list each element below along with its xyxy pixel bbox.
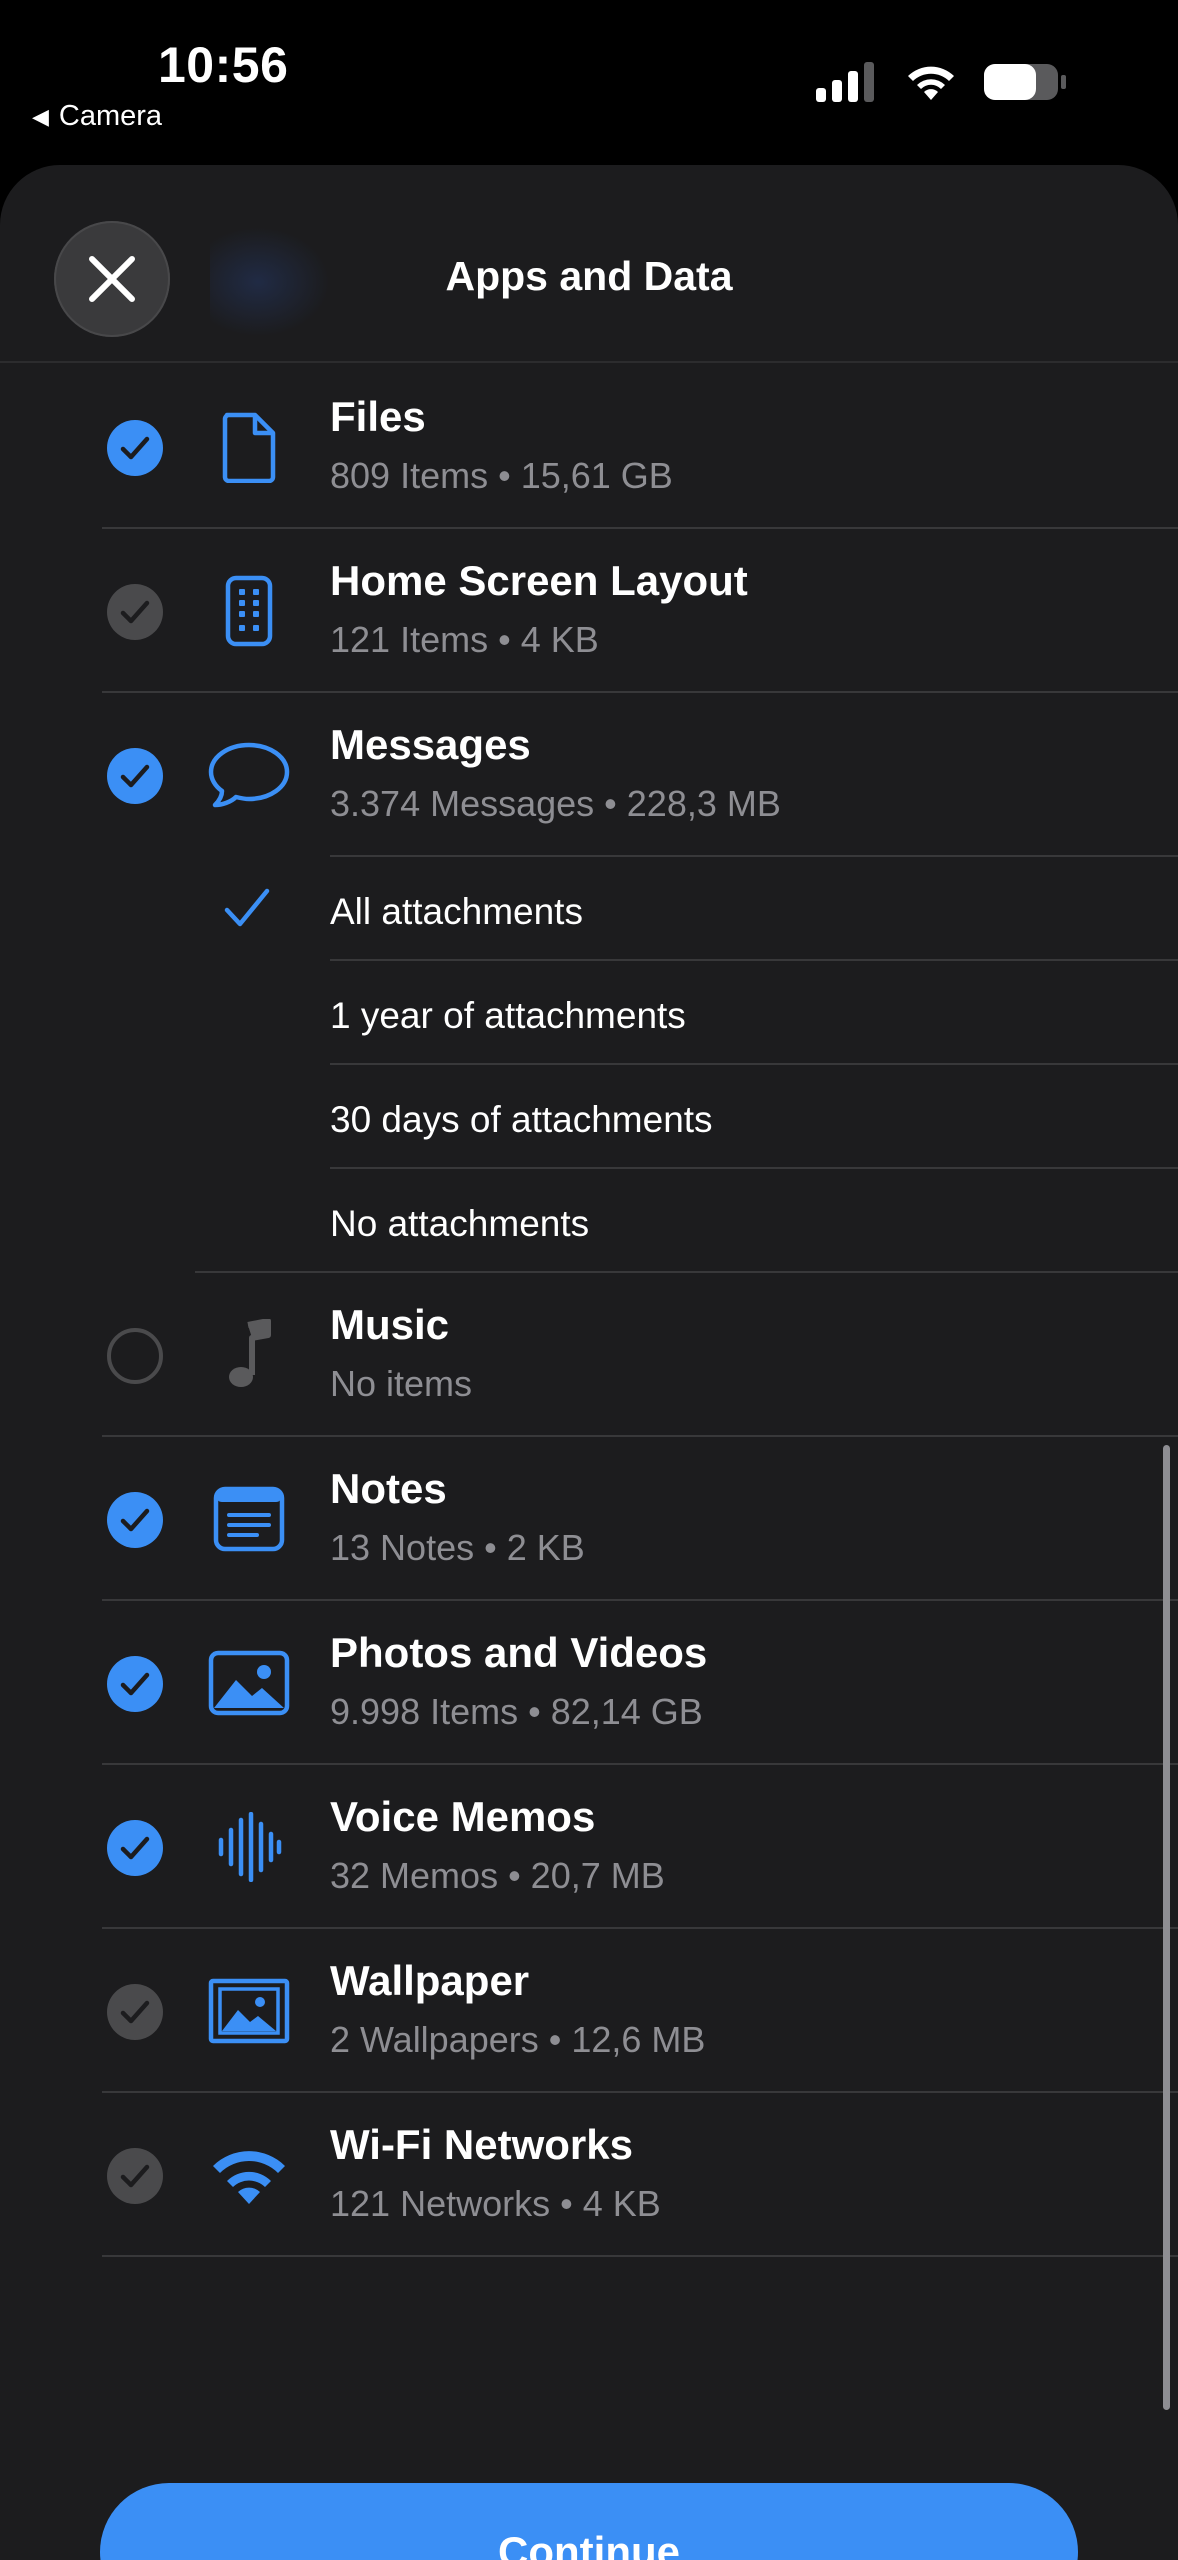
notes-icon	[204, 1481, 294, 1557]
checkmark-circle-icon[interactable]	[106, 1819, 164, 1877]
item-subtitle: 9.998 Items • 82,14 GB	[330, 1691, 703, 1732]
selected-checkmark-icon	[224, 888, 270, 927]
back-to-app-link[interactable]: ◀ Camera	[32, 100, 162, 133]
item-title: Music	[330, 1301, 450, 1348]
attachment-option-1-year[interactable]: 1 year of attachments	[0, 961, 1178, 1065]
music-note-icon	[204, 1317, 294, 1393]
item-subtitle: 809 Items • 15,61 GB	[330, 455, 673, 496]
back-triangle-icon: ◀	[32, 103, 49, 129]
list-item-messages[interactable]: Messages 3.374 Messages • 228,3 MB	[0, 693, 1178, 857]
list-item-notes[interactable]: Notes 13 Notes • 2 KB	[0, 1437, 1178, 1601]
file-icon	[204, 409, 294, 485]
item-title: Photos and Videos	[330, 1629, 708, 1676]
back-app-label: Camera	[58, 100, 163, 132]
list-item-wallpaper[interactable]: Wallpaper 2 Wallpapers • 12,6 MB	[0, 1929, 1178, 2093]
attachment-option-30-days[interactable]: 30 days of attachments	[0, 1065, 1178, 1169]
status-icons	[816, 62, 1068, 102]
item-subtitle: 2 Wallpapers • 12,6 MB	[330, 2019, 706, 2060]
home-screen-icon	[204, 573, 294, 649]
item-subtitle: No items	[330, 1363, 473, 1404]
item-subtitle: 32 Memos • 20,7 MB	[330, 1855, 665, 1896]
empty-circle-icon[interactable]	[106, 1327, 164, 1385]
apps-and-data-sheet: Apps and Data Files 809 Items • 15,61 GB	[0, 165, 1178, 2560]
checkmark-circle-icon[interactable]	[106, 747, 164, 805]
list-item-wifi-networks[interactable]: Wi-Fi Networks 121 Networks • 4 KB	[0, 2093, 1178, 2257]
item-title: Home Screen Layout	[330, 557, 748, 604]
list-item-voice-memos[interactable]: Voice Memos 32 Memos • 20,7 MB	[0, 1765, 1178, 1929]
checkmark-circle-icon	[107, 1984, 163, 2040]
item-title: Messages	[330, 721, 531, 768]
list-item-files[interactable]: Files 809 Items • 15,61 GB	[0, 365, 1178, 529]
item-title: Voice Memos	[330, 1793, 596, 1840]
continue-button[interactable]: Continue	[100, 2483, 1078, 2560]
attachment-option-label: 30 days of attachments	[330, 1099, 713, 1140]
divider	[102, 2255, 1178, 2257]
wifi-status-icon	[908, 66, 954, 100]
attachment-option-label: No attachments	[330, 1203, 590, 1244]
item-title: Wallpaper	[330, 1957, 530, 2004]
list-item-photos-and-videos[interactable]: Photos and Videos 9.998 Items • 82,14 GB	[0, 1601, 1178, 1765]
cellular-signal-icon	[816, 62, 874, 102]
attachment-option-all[interactable]: All attachments	[0, 857, 1178, 961]
checkmark-circle-icon	[107, 2148, 163, 2204]
item-subtitle: 121 Networks • 4 KB	[330, 2183, 661, 2224]
attachment-option-label: 1 year of attachments	[330, 995, 686, 1036]
list-item-music[interactable]: Music No items	[0, 1273, 1178, 1437]
status-time: 10:56	[158, 37, 289, 93]
checkmark-circle-icon[interactable]	[106, 1491, 164, 1549]
scrollbar[interactable]	[1163, 1445, 1170, 2410]
waveform-icon	[204, 1809, 294, 1885]
battery-icon	[984, 64, 1066, 100]
list-item-home-screen-layout[interactable]: Home Screen Layout 121 Items • 4 KB	[0, 529, 1178, 693]
apps-data-list: Files 809 Items • 15,61 GB Home Screen L…	[0, 365, 1178, 2257]
attachment-option-none[interactable]: No attachments	[0, 1169, 1178, 1273]
wifi-icon	[204, 2137, 294, 2213]
sheet-title: Apps and Data	[445, 253, 733, 299]
item-title: Wi-Fi Networks	[330, 2121, 633, 2168]
item-subtitle: 3.374 Messages • 228,3 MB	[330, 783, 781, 824]
item-subtitle: 121 Items • 4 KB	[330, 619, 599, 660]
checkmark-circle-icon[interactable]	[106, 1655, 164, 1713]
item-subtitle: 13 Notes • 2 KB	[330, 1527, 585, 1568]
sheet-header: Apps and Data	[0, 165, 1178, 363]
wallpaper-icon	[204, 1973, 294, 2049]
message-bubble-icon	[204, 737, 294, 813]
item-title: Files	[330, 393, 426, 440]
checkmark-circle-icon	[107, 584, 163, 640]
status-bar: 10:56 ◀ Camera	[0, 0, 1178, 160]
item-title: Notes	[330, 1465, 447, 1512]
attachment-option-label: All attachments	[330, 891, 583, 932]
checkmark-circle-icon[interactable]	[106, 419, 164, 477]
photo-icon	[204, 1645, 294, 1721]
